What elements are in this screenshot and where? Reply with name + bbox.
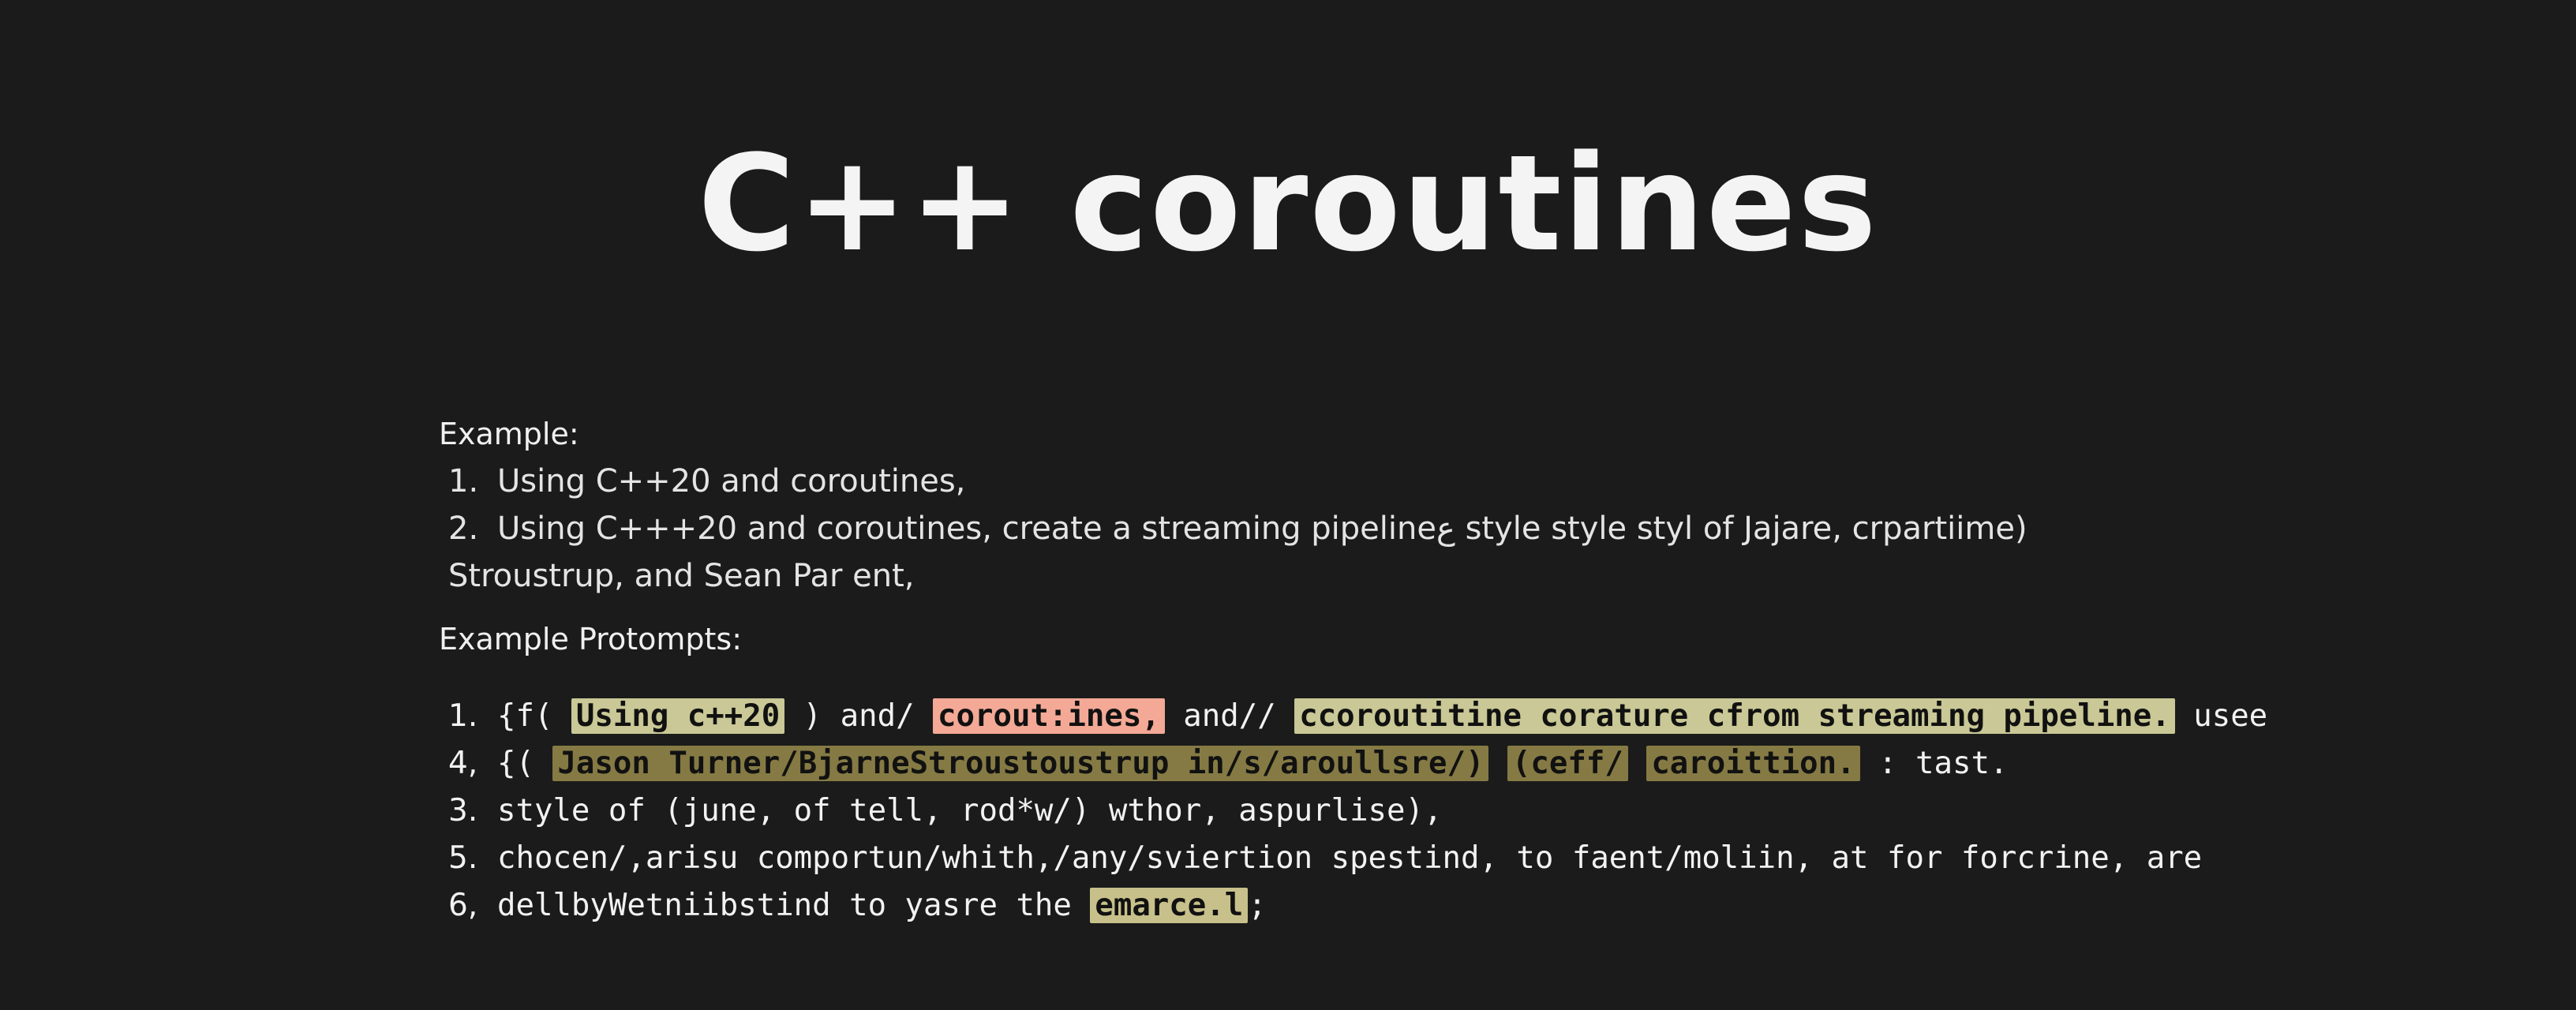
line-text: and// [1164, 698, 1295, 734]
line-text: usee [2174, 698, 2268, 734]
prompt-line: 5. chocen/,arisu comportun/whith,/any/svi… [439, 835, 2202, 882]
line-text [1628, 746, 1646, 781]
line-number: 4, [448, 746, 478, 781]
highlighted-text: (ceff/ [1507, 746, 1628, 781]
line-text: chocen/,arisu comportun/whith,/any/svier… [497, 840, 2203, 876]
line-number: 3. [448, 793, 478, 829]
line-number: 5. [448, 840, 478, 876]
prompt-line: 3. style of (june, of tell, rod*w/) wthor… [439, 787, 2175, 835]
prompt-line: 4, {( Jason Turner/BjarneStroustoustrup i… [439, 740, 2175, 787]
line-text: dellbyWetniibstind to yasre the [497, 888, 1091, 923]
prompt-list: 1. {f( Using c++20 ) and/ corout:ines, an… [439, 693, 2267, 930]
prompts-label: Example Protompts: [439, 622, 743, 656]
page-title: C++ coroutines [698, 126, 1878, 281]
line-text: ; [1248, 888, 1267, 923]
line-text: {( [497, 746, 553, 781]
highlighted-text: Jason Turner/BjarneStroustoustrup in/s/a… [552, 746, 1489, 781]
line-number: 1. [448, 698, 478, 734]
prompt-line: 6, dellbyWetniibstind to yasre the emarce… [439, 882, 2175, 930]
line-text: ) and/ [784, 698, 934, 734]
line-text [1488, 746, 1507, 781]
line-number: 1. [448, 463, 479, 499]
highlighted-text: ccoroutitine corature cfrom streaming pi… [1294, 698, 2175, 734]
highlighted-text: caroittion. [1646, 746, 1860, 781]
line-text: Using C++20 and coroutines, [497, 463, 966, 499]
line-text: {f( [497, 698, 571, 734]
example-label: Example: [439, 417, 579, 451]
highlighted-text: emarce.l [1090, 888, 1249, 923]
line-text: style of (june, of tell, rod*w/) wthor, … [497, 793, 1443, 829]
highlighted-text: corout:ines, [933, 698, 1165, 734]
example-line: 1. Using C++20 and coroutines, [439, 458, 2175, 505]
line-number: 2. [448, 511, 479, 547]
line-number: 6, [448, 888, 478, 923]
document-body: Example: 1. Using C++20 and coroutines, 2… [439, 410, 2267, 930]
example-line: 2. Using C+++20 and coroutines, create a … [439, 505, 2175, 552]
line-text: : tast. [1859, 746, 2009, 781]
prompt-line: 1. {f( Using c++20 ) and/ corout:ines, an… [439, 693, 2267, 740]
highlighted-text: Using c++20 [571, 698, 785, 734]
line-text: Stroustrup, and Sean Par ent, [448, 558, 915, 594]
line-text: Using C+++20 and coroutines, create a st… [497, 511, 2027, 547]
example-line-continuation: Stroustrup, and Sean Par ent, [439, 552, 2175, 600]
